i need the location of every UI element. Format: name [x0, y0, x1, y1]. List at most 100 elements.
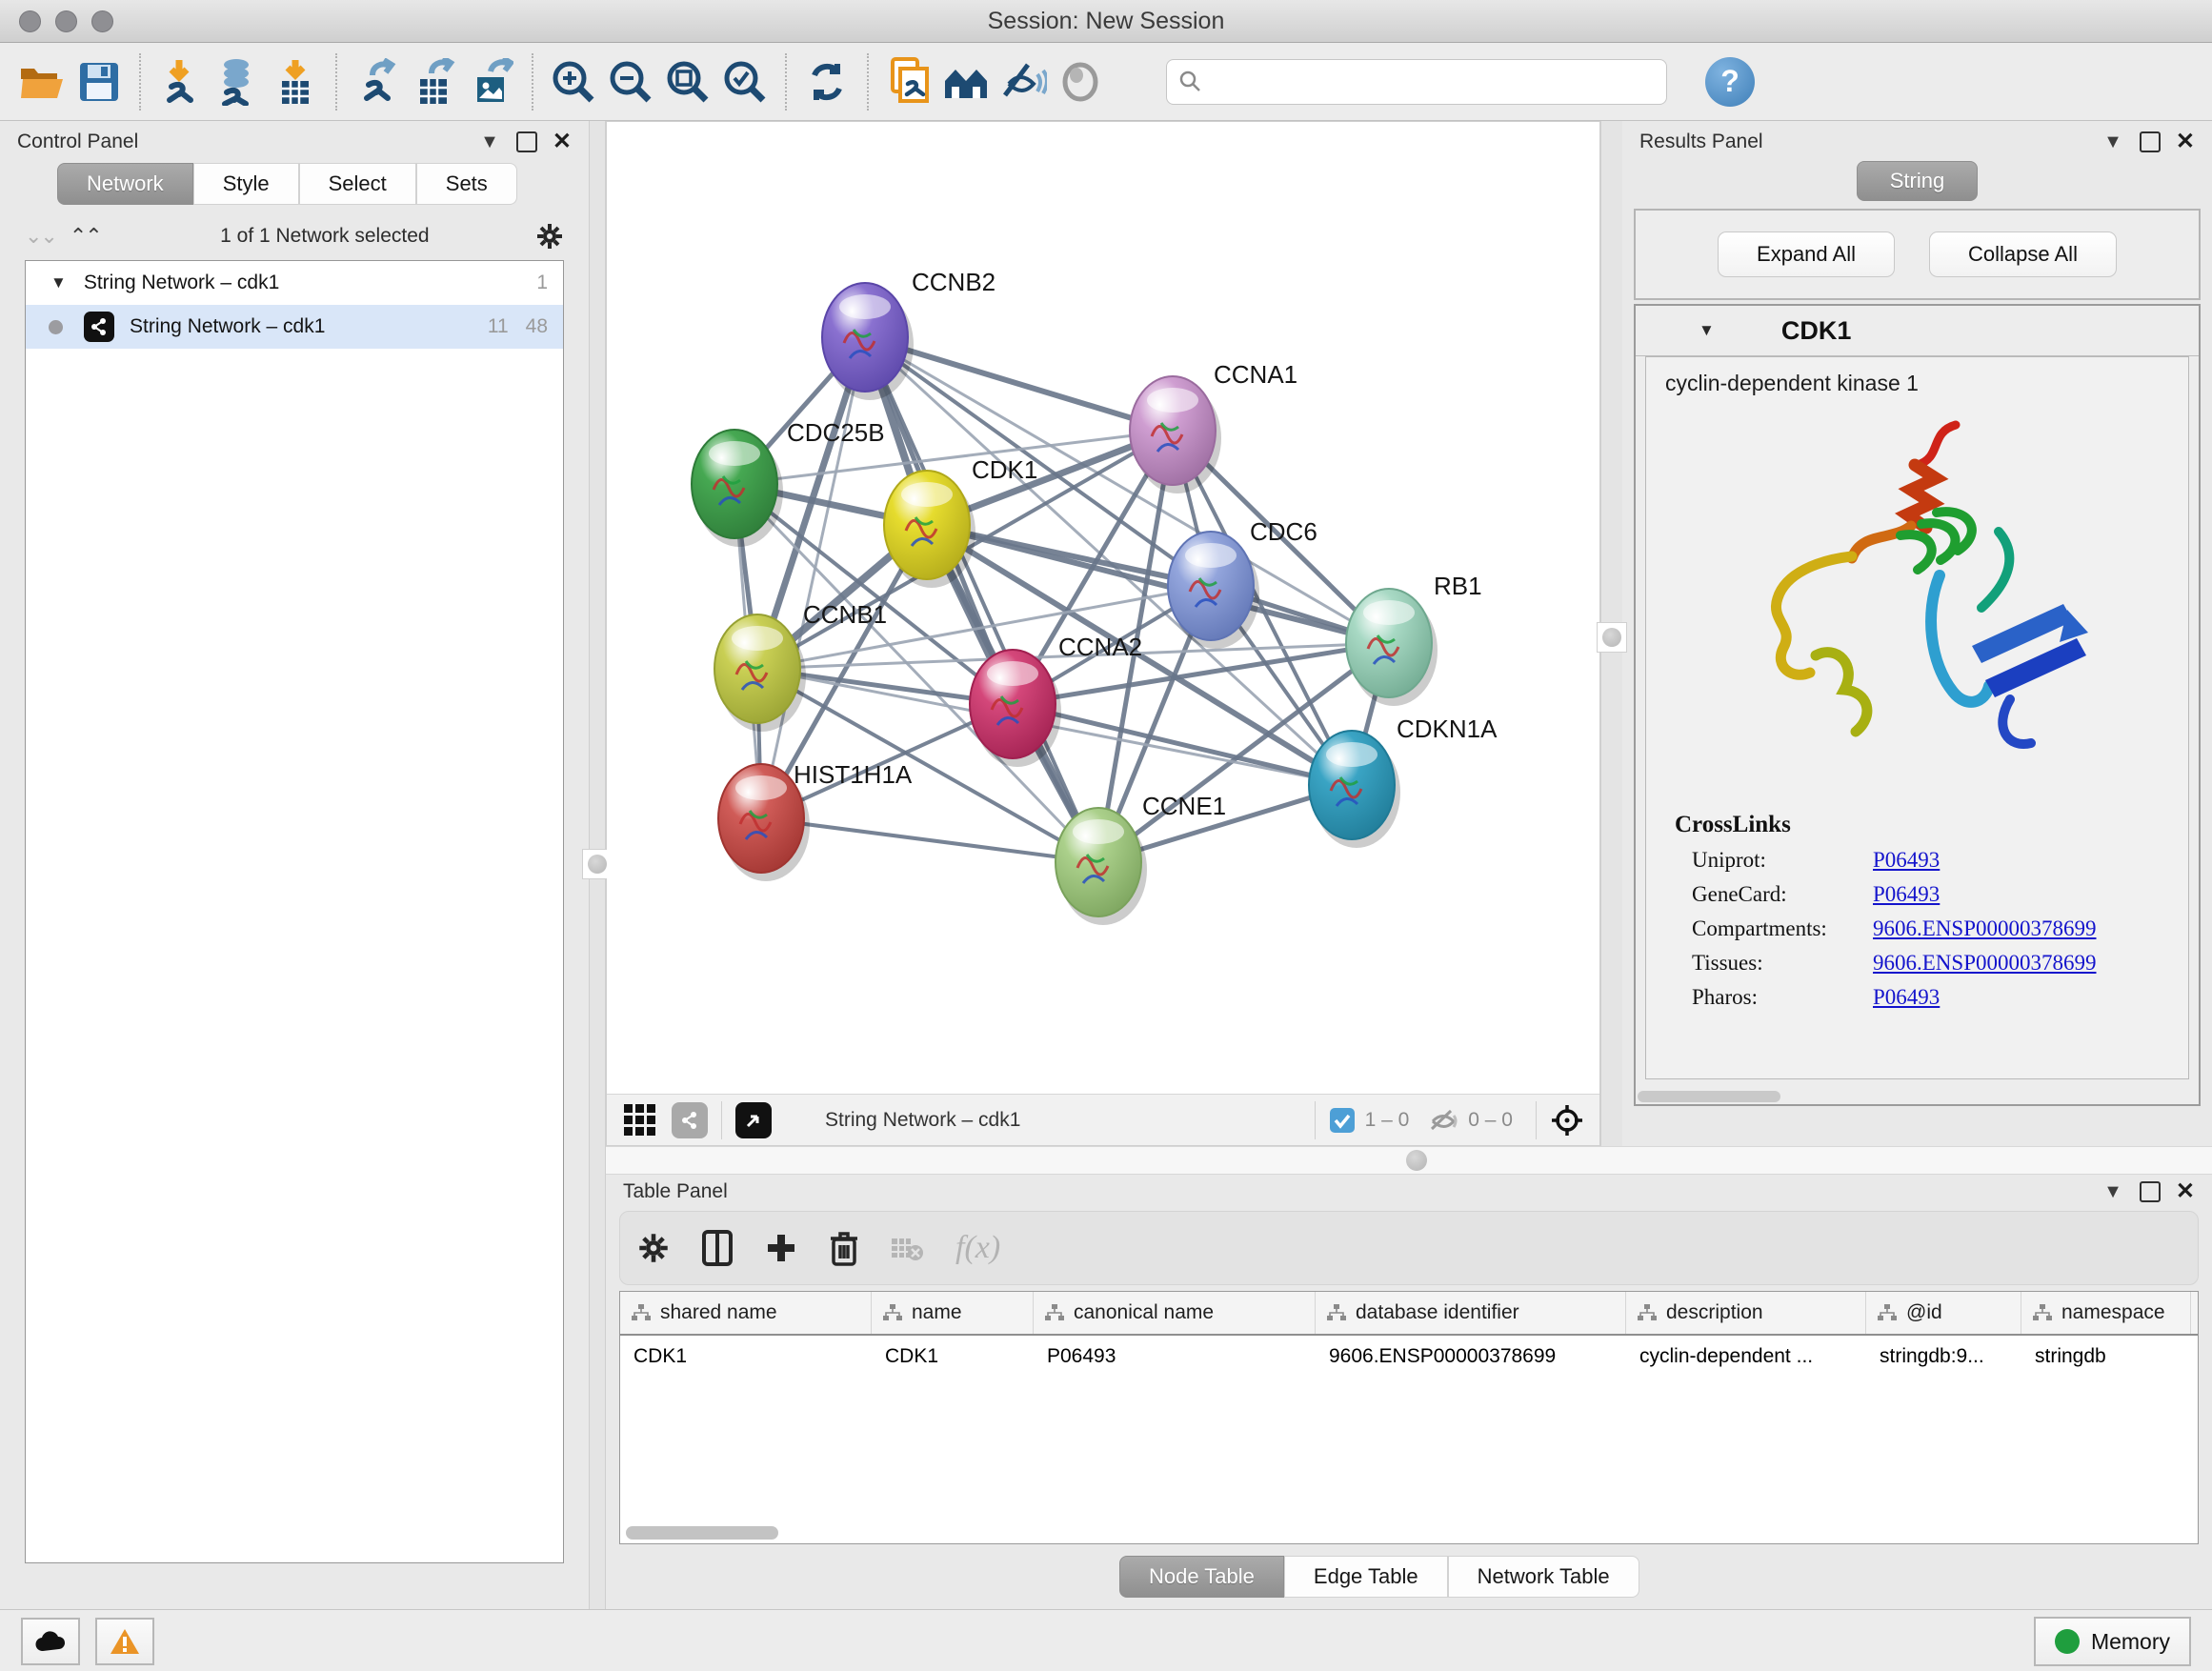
export-image-button[interactable]: [463, 52, 520, 111]
apply-layout-button[interactable]: [798, 52, 855, 111]
table-toolbar: f(x): [619, 1211, 2199, 1285]
column-header-description[interactable]: description: [1626, 1292, 1866, 1334]
column-header-name[interactable]: name: [872, 1292, 1034, 1334]
splitter-collapse-handle[interactable]: [1406, 1150, 1427, 1171]
protein-collapse-icon[interactable]: ▼: [1699, 321, 1715, 340]
network-node-CCNB1[interactable]: [714, 614, 806, 732]
column-header-database-identifier[interactable]: database identifier: [1316, 1292, 1626, 1334]
import-network-from-database-button[interactable]: [210, 52, 267, 111]
search-input[interactable]: [1203, 69, 1655, 95]
network-node-RB1[interactable]: [1346, 589, 1438, 706]
expand-all-networks-icon[interactable]: ⌄⌄: [25, 224, 56, 249]
network-node-CCNB2[interactable]: [822, 283, 914, 400]
table-cell[interactable]: stringdb:9...: [1866, 1336, 2021, 1378]
crosslink-link[interactable]: P06493: [1873, 985, 1940, 1010]
column-header-shared-name[interactable]: shared name: [620, 1292, 872, 1334]
network-node-CDKN1A[interactable]: [1309, 731, 1400, 848]
results-panel-maximize-icon[interactable]: [2140, 131, 2161, 152]
tab-edge-table[interactable]: Edge Table: [1284, 1556, 1448, 1598]
tab-select[interactable]: Select: [299, 163, 416, 205]
table-horizontal-scrollbar[interactable]: [626, 1526, 778, 1540]
table-cell[interactable]: P06493: [1034, 1336, 1316, 1378]
network-table-splitter[interactable]: [606, 1146, 2212, 1175]
tab-sets[interactable]: Sets: [416, 163, 517, 205]
zoom-selected-button[interactable]: [716, 52, 774, 111]
import-table-from-file-button[interactable]: [267, 52, 324, 111]
birds-eye-view-icon[interactable]: [735, 1102, 772, 1138]
table-panel-maximize-icon[interactable]: [2140, 1181, 2161, 1202]
tab-style[interactable]: Style: [193, 163, 299, 205]
main-toolbar: ?: [0, 43, 2212, 121]
crosslink-link[interactable]: 9606.ENSP00000378699: [1873, 951, 2097, 976]
control-network-splitter[interactable]: [589, 121, 606, 1609]
network-node-CCNE1[interactable]: [1056, 808, 1147, 925]
open-session-button[interactable]: [13, 52, 70, 111]
results-panel-close-icon[interactable]: ✕: [2176, 131, 2195, 153]
first-neighbors-button[interactable]: [937, 52, 995, 111]
delete-column-icon[interactable]: [830, 1230, 858, 1266]
zoom-out-button[interactable]: [602, 52, 659, 111]
collapse-all-networks-icon[interactable]: ⌃⌃: [70, 224, 101, 249]
table-options-gear-icon[interactable]: [637, 1232, 670, 1264]
collection-expand-icon[interactable]: ▼: [50, 273, 67, 292]
zoom-in-button[interactable]: [545, 52, 602, 111]
fit-selected-crosshair-icon[interactable]: [1550, 1103, 1584, 1137]
column-type-icon: [632, 1304, 651, 1321]
results-horizontal-scrollbar[interactable]: [1638, 1091, 1780, 1102]
splitter-collapse-handle[interactable]: [1597, 622, 1627, 653]
new-network-from-selection-button[interactable]: [880, 52, 937, 111]
network-results-splitter[interactable]: [1600, 121, 1622, 1146]
results-panel-float-icon[interactable]: ▼: [2103, 131, 2122, 153]
tab-network-table[interactable]: Network Table: [1448, 1556, 1639, 1598]
help-button[interactable]: ?: [1705, 57, 1755, 107]
save-session-button[interactable]: [70, 52, 128, 111]
crosslink-row: Tissues:9606.ENSP00000378699: [1692, 951, 2188, 976]
expand-all-button[interactable]: Expand All: [1718, 232, 1895, 277]
grid-mode-icon[interactable]: [624, 1104, 656, 1137]
cloud-status-button[interactable]: [21, 1618, 80, 1665]
add-column-icon[interactable]: [765, 1232, 797, 1264]
network-canvas[interactable]: CCNB2CCNA1CDC25BCDK1CDC6RB1CCNB1CCNA2CDK…: [607, 122, 1599, 1094]
show-all-button[interactable]: [1052, 52, 1109, 111]
table-row[interactable]: CDK1CDK1P064939606.ENSP00000378699cyclin…: [620, 1336, 2198, 1378]
function-builder-icon-disabled: f(x): [955, 1230, 1000, 1266]
protein-card-header[interactable]: ▼ CDK1: [1636, 306, 2199, 356]
tab-network[interactable]: Network: [57, 163, 193, 205]
table-cell[interactable]: 9606.ENSP00000378699: [1316, 1336, 1626, 1378]
table-panel-float-icon[interactable]: ▼: [2103, 1181, 2122, 1203]
table-panel-close-icon[interactable]: ✕: [2176, 1180, 2195, 1203]
export-network-button[interactable]: [349, 52, 406, 111]
table-cell[interactable]: CDK1: [620, 1336, 872, 1378]
crosslink-link[interactable]: P06493: [1873, 882, 1940, 907]
table-cell[interactable]: CDK1: [872, 1336, 1034, 1378]
network-node-CDK1[interactable]: [884, 471, 975, 588]
table-cell[interactable]: stringdb: [2021, 1336, 2191, 1378]
network-row[interactable]: String Network – cdk1 11 48: [26, 305, 563, 349]
hidden-eye-icon[interactable]: [1428, 1108, 1458, 1133]
warnings-button[interactable]: [95, 1618, 154, 1665]
control-panel-maximize-icon[interactable]: [516, 131, 537, 152]
tab-node-table[interactable]: Node Table: [1119, 1556, 1284, 1598]
control-panel-close-icon[interactable]: ✕: [553, 131, 572, 153]
network-collection-row[interactable]: ▼ String Network – cdk1 1: [26, 261, 563, 305]
crosslink-link[interactable]: 9606.ENSP00000378699: [1873, 916, 2097, 941]
tab-string-results[interactable]: String: [1857, 161, 1978, 201]
memory-button[interactable]: Memory: [2034, 1617, 2191, 1666]
network-node-CDC6[interactable]: [1168, 532, 1259, 649]
column-header--id[interactable]: @id: [1866, 1292, 2021, 1334]
column-header-canonical-name[interactable]: canonical name: [1034, 1292, 1316, 1334]
column-header-namespace[interactable]: namespace: [2021, 1292, 2191, 1334]
export-table-button[interactable]: [406, 52, 463, 111]
crosslink-link[interactable]: P06493: [1873, 848, 1940, 873]
control-panel-float-icon[interactable]: ▼: [480, 131, 499, 153]
collapse-all-button[interactable]: Collapse All: [1929, 232, 2117, 277]
import-network-from-file-button[interactable]: [152, 52, 210, 111]
selected-checkbox-icon[interactable]: [1329, 1107, 1356, 1134]
table-cell[interactable]: cyclin-dependent ...: [1626, 1336, 1866, 1378]
network-node-CCNA2[interactable]: [970, 650, 1061, 767]
hide-selected-button[interactable]: [995, 52, 1052, 111]
string-view-icon[interactable]: [672, 1102, 708, 1138]
network-options-gear-icon[interactable]: [535, 222, 564, 251]
show-columns-icon[interactable]: [702, 1230, 733, 1266]
zoom-fit-button[interactable]: [659, 52, 716, 111]
